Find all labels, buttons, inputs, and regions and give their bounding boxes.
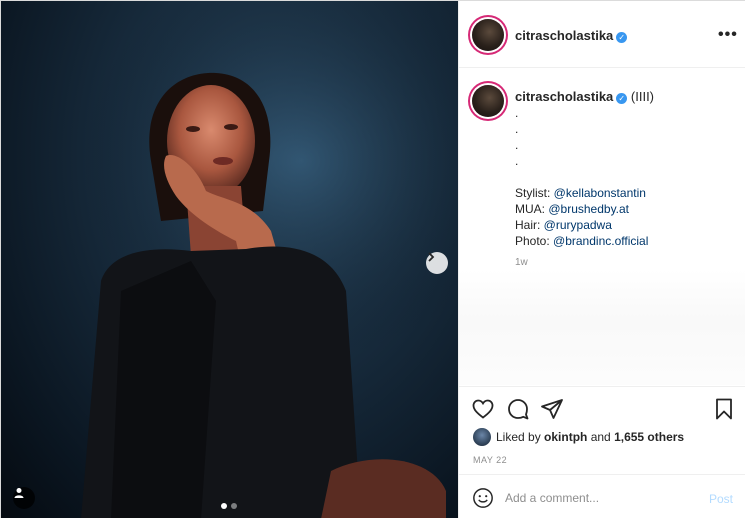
emoji-icon[interactable] xyxy=(472,487,494,509)
post-comment-button[interactable]: Post xyxy=(709,492,733,506)
add-comment-section: Post xyxy=(459,474,745,518)
mention-link[interactable]: @kellabonstantin xyxy=(554,186,646,200)
mention-link[interactable]: @brandinc.official xyxy=(553,234,648,248)
credit-label: MUA: xyxy=(515,202,549,216)
post-header: citrascholastika ✓ ••• xyxy=(459,1,745,68)
comment-input[interactable] xyxy=(505,488,695,508)
carousel-indicator xyxy=(221,503,237,509)
caption-dot-line: . xyxy=(515,106,519,120)
caption-timestamp[interactable]: 1w xyxy=(515,257,528,268)
share-send-icon[interactable] xyxy=(540,397,564,421)
caption-suffix: (IIII) xyxy=(630,89,655,104)
caption-dot-line: . xyxy=(515,154,519,168)
credit-stylist: Stylist: @kellabonstantin xyxy=(515,185,648,201)
person-icon xyxy=(14,488,24,498)
credit-label: Hair: xyxy=(515,218,544,232)
credit-label: Stylist: xyxy=(515,186,554,200)
liked-by-text: Liked by okintph and 1,655 others xyxy=(496,430,684,444)
caption-author-avatar[interactable] xyxy=(472,85,504,117)
liked-by-and: and xyxy=(587,430,615,444)
caption-text: . . . . Stylist: @kellabonstantin MUA: @… xyxy=(515,105,648,249)
comment-icon[interactable] xyxy=(506,397,530,421)
tagged-users-button[interactable] xyxy=(13,487,35,509)
save-bookmark-icon[interactable] xyxy=(712,397,736,421)
caption-header: citrascholastika ✓ (IIII) xyxy=(515,89,654,104)
liked-by-summary: Liked by okintph and 1,655 others xyxy=(473,428,684,446)
caption-dot-line: . xyxy=(515,138,519,152)
instagram-post-modal: citrascholastika ✓ ••• citrascholastika ✓ … xyxy=(0,0,745,518)
caption-dot-line: . xyxy=(515,122,519,136)
liker-avatar[interactable] xyxy=(473,428,491,446)
post-date[interactable]: MAY 22 xyxy=(473,455,507,465)
mention-link[interactable]: @brushedby.at xyxy=(548,202,629,216)
chevron-right-icon xyxy=(428,252,435,262)
more-options-icon[interactable]: ••• xyxy=(718,26,738,44)
verified-badge-icon: ✓ xyxy=(616,32,628,43)
carousel-dot-active xyxy=(221,503,227,509)
author-username-text[interactable]: citrascholastika xyxy=(515,28,613,43)
like-heart-icon[interactable] xyxy=(471,397,495,421)
comments-fade-overlay xyxy=(459,269,745,385)
carousel-dot xyxy=(231,503,237,509)
liker-username[interactable]: okintph xyxy=(544,430,587,444)
post-photo[interactable] xyxy=(1,1,458,518)
portrait-illustration xyxy=(81,1,458,518)
credit-label: Photo: xyxy=(515,234,554,248)
credit-mua: MUA: @brushedby.at xyxy=(515,201,648,217)
author-avatar[interactable] xyxy=(472,19,504,51)
author-username[interactable]: citrascholastika ✓ xyxy=(515,28,628,43)
verified-badge-icon: ✓ xyxy=(616,93,628,104)
credit-photo: Photo: @brandinc.official xyxy=(515,233,648,249)
caption-username[interactable]: citrascholastika xyxy=(515,89,613,104)
next-photo-button[interactable] xyxy=(426,252,448,274)
post-actions: Liked by okintph and 1,655 others MAY 22 xyxy=(459,386,745,474)
mention-link[interactable]: @rurypadwa xyxy=(544,218,612,232)
likes-count-link[interactable]: 1,655 others xyxy=(614,430,684,444)
post-side-panel: citrascholastika ✓ ••• citrascholastika ✓ … xyxy=(458,1,745,518)
credit-hair: Hair: @rurypadwa xyxy=(515,217,648,233)
liked-by-prefix: Liked by xyxy=(496,430,545,444)
caption-section: citrascholastika ✓ (IIII) . . . . Stylist… xyxy=(459,69,745,385)
